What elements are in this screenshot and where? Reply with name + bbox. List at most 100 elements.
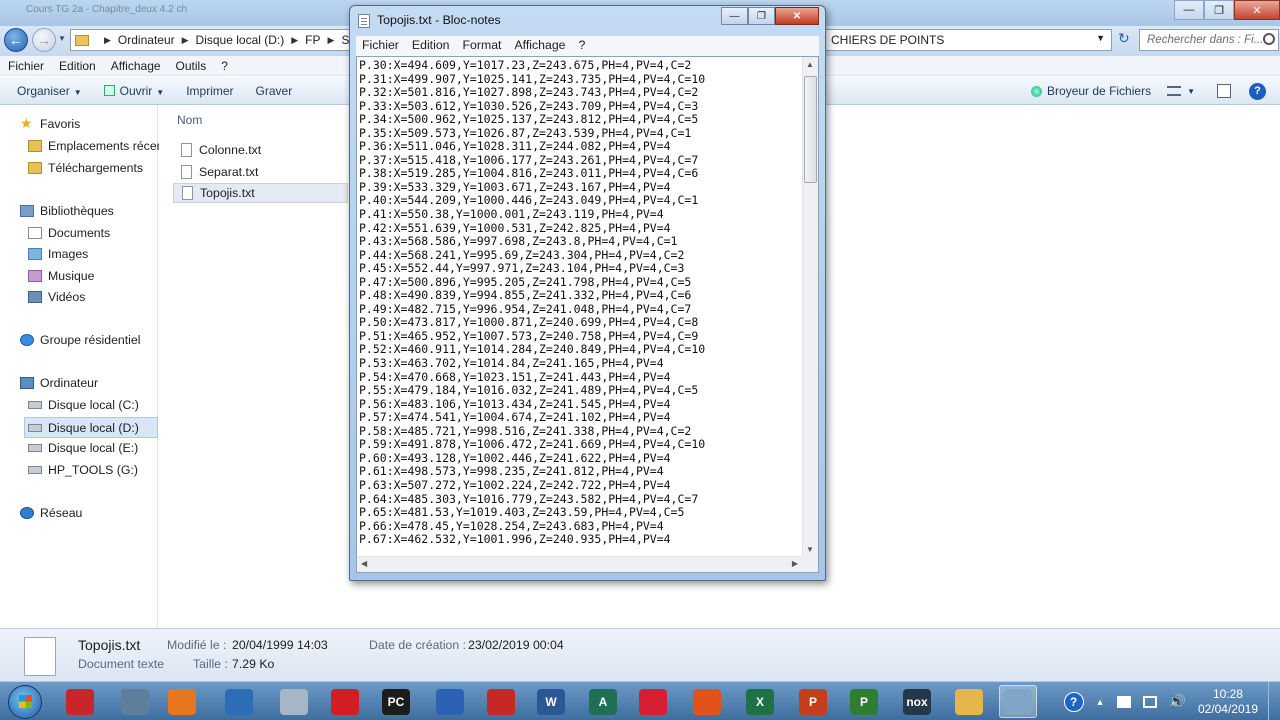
snipping-tool-icon[interactable] [275,685,313,718]
scroll-down-icon[interactable]: ▼ [806,545,814,554]
notepad-icon[interactable] [999,685,1037,718]
file-item-selected[interactable]: Topojis.txt [173,183,348,203]
chevron-right-icon[interactable]: ▶ [182,35,189,46]
chevron-right-icon[interactable]: ▶ [291,35,298,46]
firefox-icon[interactable] [688,685,726,718]
np-menu-format[interactable]: Format [463,38,502,56]
np-menu-fichier[interactable]: Fichier [362,38,399,56]
chevron-right-icon[interactable]: ▶ [328,35,335,46]
nav-videos-label: Vidéos [48,290,86,304]
network-tray-icon[interactable] [1142,695,1157,708]
breadcrumb-drive-d[interactable]: Disque local (D:) [196,33,285,47]
explorer-window-controls: — ❐ ✕ [1174,0,1280,20]
print-button[interactable]: Imprimer [186,84,233,98]
np-menu-help[interactable]: ? [579,38,586,56]
breadcrumb-fp[interactable]: FP [305,33,320,47]
scroll-right-icon[interactable]: ▶ [792,559,798,568]
np-menu-edition[interactable]: Edition [412,38,450,56]
ccleaner-icon[interactable] [220,685,258,718]
notepad-close-button[interactable]: ✕ [775,7,819,25]
keyboard-icon[interactable] [116,685,154,718]
media-player-icon[interactable] [163,685,201,718]
google-earth-icon[interactable] [431,685,469,718]
scroll-left-icon[interactable]: ◀ [361,559,367,568]
notepad-icon [358,14,370,28]
word-icon[interactable]: W [532,685,570,718]
notepad-maximize-button[interactable]: ❐ [748,7,775,25]
start-button[interactable] [8,685,42,719]
autocad-icon[interactable]: A [584,685,622,718]
nav-homegroup[interactable]: Groupe résidentiel [20,333,178,347]
clock[interactable]: 10:28 02/04/2019 [1198,687,1258,717]
text-line: P.35:X=509.573,Y=1026.87,Z=243.539,PH=4,… [359,125,692,140]
file-shredder-button[interactable]: Broyeur de Fichiers [1031,84,1151,98]
covadis-glyph [639,688,667,715]
recent-pages-dropdown[interactable]: ▼ [58,34,66,43]
address-dropdown-icon[interactable]: ▼ [1096,33,1105,43]
details-size-value: 7.29 Ko [232,657,275,671]
opera-glyph [331,688,359,715]
explorer-maximize-button[interactable]: ❐ [1204,0,1234,20]
explorer-title: Cours TG 2a - Chapitre_deux 4.2 ch [26,4,188,15]
scroll-up-icon[interactable]: ▲ [806,60,814,69]
project-glyph: P [850,688,878,715]
nav-favorites[interactable]: ★ Favoris [20,117,178,131]
nav-computer[interactable]: Ordinateur [20,376,178,390]
volume-icon[interactable]: 🔊 [1169,693,1186,710]
help-icon[interactable]: ? [1249,82,1266,100]
refresh-icon[interactable]: ↻ [1118,30,1136,50]
help-tray-icon[interactable]: ? [1063,691,1084,712]
chevron-right-icon[interactable]: ▶ [104,35,111,46]
images-icon [28,248,42,260]
vertical-scrollbar[interactable]: ▲ ▼ [802,57,818,557]
breadcrumb-computer[interactable]: Ordinateur [118,33,175,47]
nav-images-label: Images [48,247,89,261]
action-center-icon[interactable] [1116,695,1131,708]
nox-icon[interactable]: nox [898,685,936,718]
np-menu-affichage[interactable]: Affichage [514,38,565,56]
bandicam-icon[interactable] [482,685,520,718]
vertical-scroll-thumb[interactable] [804,76,817,183]
nav-network[interactable]: Réseau [20,506,178,520]
view-options-icon[interactable] [1167,86,1182,96]
nav-drive-d[interactable]: Disque local (D:) [24,417,158,438]
organize-button[interactable]: Organiser ▼ [17,84,82,98]
text-line: P.45:X=552.44,Y=997.971,Z=243.104,PH=4,P… [359,261,685,276]
menu-edition[interactable]: Edition [59,59,96,75]
project-icon[interactable]: P [845,685,883,718]
nav-libraries-label: Bibliothèques [40,204,114,218]
file-item[interactable]: Colonne.txt [173,140,348,160]
menu-help[interactable]: ? [221,59,228,75]
open-button[interactable]: Ouvrir ▼ [103,84,164,98]
column-header-name[interactable]: Nom [177,113,202,127]
search-input[interactable]: Rechercher dans : Fi... [1139,29,1279,51]
text-file-icon [181,143,192,157]
tray-expand-icon[interactable]: ▲ [1096,697,1105,707]
menu-outils[interactable]: Outils [176,59,207,75]
explorer-icon[interactable] [950,685,988,718]
covadis-icon[interactable] [634,685,672,718]
notepad-text-area[interactable]: P.30:X=494.609,Y=1017.23,Z=243.675,PH=4,… [356,56,819,573]
explorer-close-button[interactable]: ✕ [1234,0,1280,20]
forward-button[interactable]: → [32,28,56,52]
chevron-down-icon[interactable]: ▼ [1187,87,1195,96]
burn-button[interactable]: Graver [256,84,293,98]
pycharm-icon[interactable]: PC [377,685,415,718]
text-file-icon [181,165,192,179]
opera-icon[interactable] [326,685,364,718]
vlc-icon[interactable] [61,685,99,718]
show-desktop-button[interactable] [1268,682,1280,720]
nav-libraries[interactable]: Bibliothèques [20,204,178,218]
file-item[interactable]: Separat.txt [173,162,348,182]
menu-fichier[interactable]: Fichier [8,59,44,75]
powerpoint-icon[interactable]: P [794,685,832,718]
excel-icon[interactable]: X [741,685,779,718]
preview-pane-icon[interactable] [1217,84,1231,98]
breadcrumb-current-folder[interactable]: CHIERS DE POINTS [831,33,944,47]
explorer-minimize-button[interactable]: — [1174,0,1204,20]
back-button[interactable]: ← [4,28,28,52]
text-line: P.47:X=500.896,Y=995.205,Z=241.798,PH=4,… [359,274,692,289]
horizontal-scrollbar[interactable]: ◀ ▶ [357,556,802,572]
notepad-minimize-button[interactable]: — [721,7,748,25]
menu-affichage[interactable]: Affichage [111,59,161,75]
